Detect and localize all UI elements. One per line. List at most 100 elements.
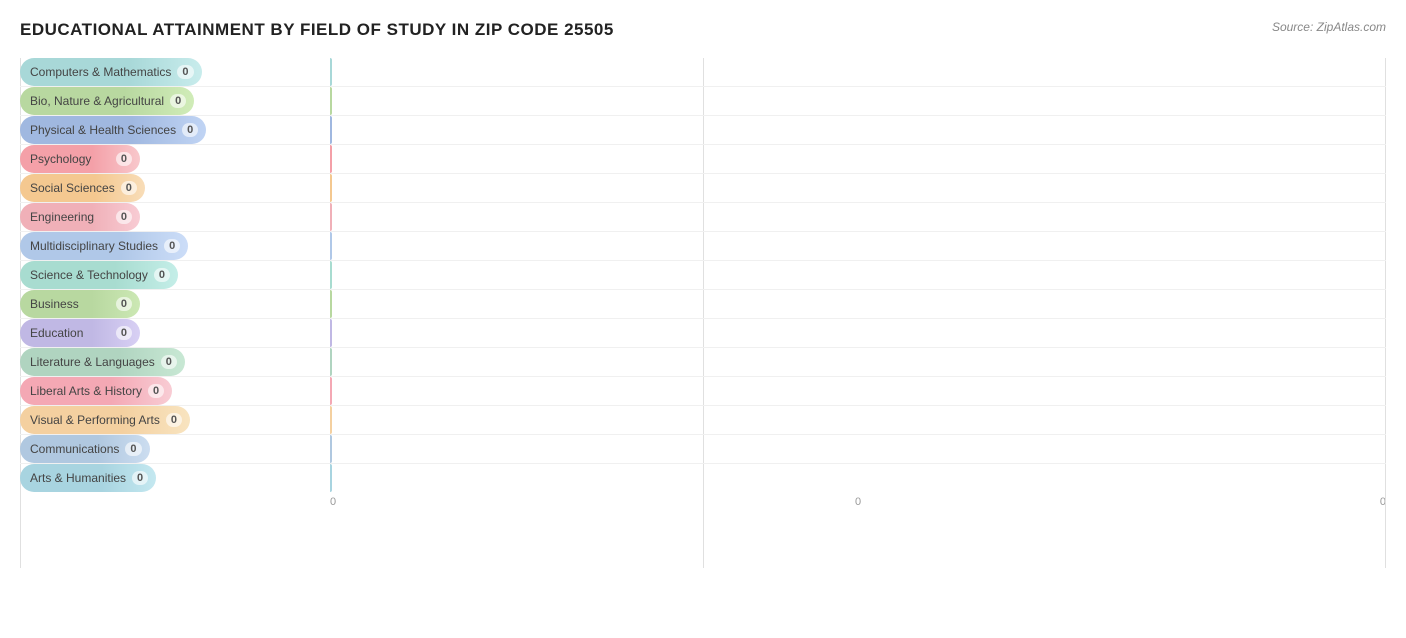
bar-pill-value: 0: [161, 355, 177, 369]
bar-row: Psychology 0: [20, 145, 1386, 174]
bar-track: [330, 290, 1386, 318]
bar-pill: Psychology 0: [20, 145, 140, 173]
x-axis-label-1: 0: [855, 496, 861, 508]
bar-pill: Physical & Health Sciences 0: [20, 116, 206, 144]
bar-track: [330, 145, 1386, 173]
bar-fill: [330, 406, 332, 434]
bars-area: Computers & Mathematics 0 Bio, Nature & …: [20, 58, 1386, 598]
bar-track: [330, 116, 1386, 144]
bar-fill: [330, 232, 332, 260]
bar-fill: [330, 319, 332, 347]
bar-pill-value: 0: [182, 123, 198, 137]
bar-row: Visual & Performing Arts 0: [20, 406, 1386, 435]
bar-pill-value: 0: [116, 326, 132, 340]
bar-row: Computers & Mathematics 0: [20, 58, 1386, 87]
bar-track: [330, 377, 1386, 405]
bar-pill: Education 0: [20, 319, 140, 347]
bar-row: Business 0: [20, 290, 1386, 319]
bar-fill: [330, 261, 332, 289]
bar-fill: [330, 174, 332, 202]
bar-row: Communications 0: [20, 435, 1386, 464]
chart-title: EDUCATIONAL ATTAINMENT BY FIELD OF STUDY…: [20, 20, 614, 40]
bar-label-wrap: Engineering 0: [20, 203, 330, 231]
chart-container: EDUCATIONAL ATTAINMENT BY FIELD OF STUDY…: [0, 0, 1406, 638]
bar-track: [330, 203, 1386, 231]
bar-label-wrap: Visual & Performing Arts 0: [20, 406, 330, 434]
bar-pill-value: 0: [164, 239, 180, 253]
bar-pill: Arts & Humanities 0: [20, 464, 156, 492]
bar-pill-value: 0: [166, 413, 182, 427]
x-axis-label-0: 0: [330, 496, 336, 508]
bar-pill: Bio, Nature & Agricultural 0: [20, 87, 194, 115]
bar-row: Arts & Humanities 0: [20, 464, 1386, 492]
bar-label-wrap: Business 0: [20, 290, 330, 318]
bar-fill: [330, 464, 332, 492]
bar-label-wrap: Bio, Nature & Agricultural 0: [20, 87, 330, 115]
bar-pill-label: Computers & Mathematics: [30, 65, 171, 79]
bar-pill-label: Liberal Arts & History: [30, 384, 142, 398]
bar-row: Science & Technology 0: [20, 261, 1386, 290]
bar-pill-label: Social Sciences: [30, 181, 115, 195]
bar-label-wrap: Arts & Humanities 0: [20, 464, 330, 492]
bar-pill-label: Business: [30, 297, 110, 311]
bar-pill-value: 0: [177, 65, 193, 79]
bar-pill-value: 0: [154, 268, 170, 282]
bar-track: [330, 435, 1386, 463]
bar-row: Social Sciences 0: [20, 174, 1386, 203]
bar-pill: Computers & Mathematics 0: [20, 58, 202, 86]
bar-row: Literature & Languages 0: [20, 348, 1386, 377]
bar-pill-label: Literature & Languages: [30, 355, 155, 369]
bar-pill-label: Engineering: [30, 210, 110, 224]
chart-body: Computers & Mathematics 0 Bio, Nature & …: [20, 58, 1386, 598]
bar-fill: [330, 145, 332, 173]
bar-label-wrap: Physical & Health Sciences 0: [20, 116, 330, 144]
bar-pill-label: Education: [30, 326, 110, 340]
bar-fill: [330, 58, 332, 86]
bar-label-wrap: Computers & Mathematics 0: [20, 58, 330, 86]
bar-track: [330, 261, 1386, 289]
bar-row: Engineering 0: [20, 203, 1386, 232]
bar-label-wrap: Education 0: [20, 319, 330, 347]
bar-track: [330, 174, 1386, 202]
bar-row: Education 0: [20, 319, 1386, 348]
bar-label-wrap: Social Sciences 0: [20, 174, 330, 202]
bar-row: Liberal Arts & History 0: [20, 377, 1386, 406]
bar-label-wrap: Multidisciplinary Studies 0: [20, 232, 330, 260]
bar-track: [330, 58, 1386, 86]
bar-fill: [330, 377, 332, 405]
bar-fill: [330, 116, 332, 144]
bar-row: Bio, Nature & Agricultural 0: [20, 87, 1386, 116]
bar-pill: Literature & Languages 0: [20, 348, 185, 376]
bar-pill-value: 0: [121, 181, 137, 195]
chart-header: EDUCATIONAL ATTAINMENT BY FIELD OF STUDY…: [20, 20, 1386, 40]
bar-pill-label: Psychology: [30, 152, 110, 166]
bar-track: [330, 232, 1386, 260]
bar-track: [330, 464, 1386, 492]
bar-pill-label: Multidisciplinary Studies: [30, 239, 158, 253]
bar-row: Multidisciplinary Studies 0: [20, 232, 1386, 261]
bar-track: [330, 87, 1386, 115]
bar-label-wrap: Science & Technology 0: [20, 261, 330, 289]
bar-label-wrap: Communications 0: [20, 435, 330, 463]
bar-pill-label: Communications: [30, 442, 119, 456]
bar-pill: Business 0: [20, 290, 140, 318]
bar-pill-label: Bio, Nature & Agricultural: [30, 94, 164, 108]
bar-pill-label: Arts & Humanities: [30, 471, 126, 485]
bar-label-wrap: Psychology 0: [20, 145, 330, 173]
bar-fill: [330, 435, 332, 463]
bar-pill-value: 0: [116, 210, 132, 224]
bar-pill: Liberal Arts & History 0: [20, 377, 172, 405]
bar-fill: [330, 290, 332, 318]
bar-pill-label: Science & Technology: [30, 268, 148, 282]
bar-label-wrap: Liberal Arts & History 0: [20, 377, 330, 405]
bar-fill: [330, 348, 332, 376]
bar-pill-value: 0: [116, 297, 132, 311]
bar-track: [330, 348, 1386, 376]
bar-pill: Visual & Performing Arts 0: [20, 406, 190, 434]
bar-pill-label: Visual & Performing Arts: [30, 413, 160, 427]
bar-pill-value: 0: [125, 442, 141, 456]
bar-label-wrap: Literature & Languages 0: [20, 348, 330, 376]
bar-fill: [330, 203, 332, 231]
bar-pill: Social Sciences 0: [20, 174, 145, 202]
bar-fill: [330, 87, 332, 115]
